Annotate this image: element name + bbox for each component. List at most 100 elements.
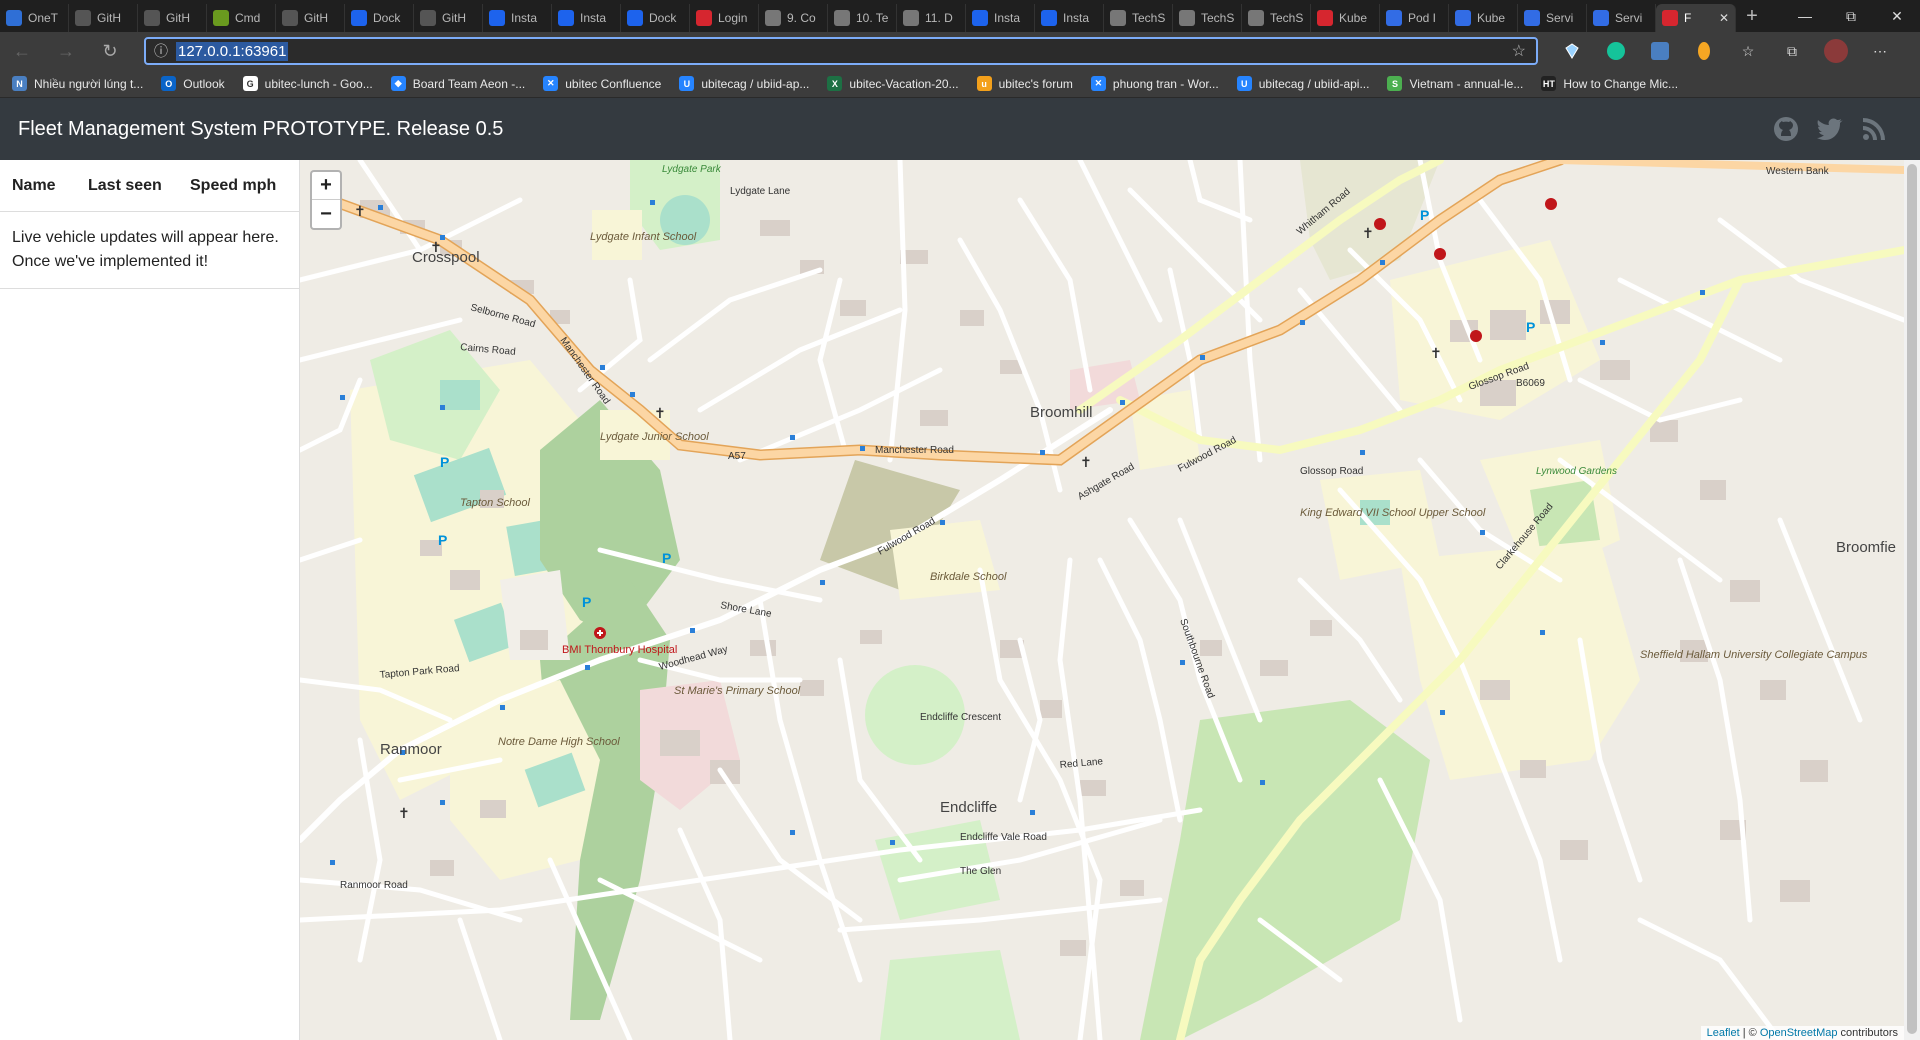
map-view[interactable]: ✝ ✝ ✝ ✝ ✝ ✝ ✝ PPPP PP Crosspool Broomhill Ran…: [300, 160, 1904, 1040]
browser-tab[interactable]: Dock: [621, 4, 690, 32]
fleet-app: Fleet Management System PROTOTYPE. Relea…: [0, 98, 1920, 1040]
avatar[interactable]: [1814, 32, 1858, 70]
bookmark-item[interactable]: Gubitec-lunch - Goo...: [242, 76, 373, 91]
browser-tab[interactable]: Pod I: [1380, 4, 1449, 32]
minimize-icon[interactable]: —: [1782, 0, 1828, 32]
browser-tab[interactable]: TechS: [1104, 4, 1173, 32]
leaflet-link[interactable]: Leaflet: [1707, 1027, 1740, 1039]
back-icon[interactable]: ←: [0, 32, 44, 70]
browser-tab[interactable]: Servi: [1587, 4, 1656, 32]
tab-label: OneT: [28, 11, 59, 25]
browser-tab[interactable]: 10. Te: [828, 4, 897, 32]
tab-label: Servi: [1615, 11, 1643, 25]
active-tab[interactable]: F ✕: [1656, 4, 1736, 32]
bookmark-item[interactable]: HT How to Change Mic...: [1541, 76, 1678, 91]
browser-tab[interactable]: TechS: [1242, 4, 1311, 32]
browser-tab[interactable]: Kube: [1311, 4, 1380, 32]
vehicle-panel: Name Last seen Speed mph Live vehicle up…: [0, 160, 300, 1040]
browser-tab[interactable]: Insta: [483, 4, 552, 32]
bookmark-item[interactable]: Uubitecag / ubiid-api...: [1236, 76, 1369, 91]
bookmark-item[interactable]: u ubitec's forum: [976, 76, 1073, 91]
svg-text:✝: ✝: [398, 806, 410, 822]
svg-text:P: P: [582, 594, 591, 610]
label-tapton-school: Tapton School: [460, 497, 530, 509]
browser-tab[interactable]: GitH: [138, 4, 207, 32]
browser-tab[interactable]: TechS: [1173, 4, 1242, 32]
bookmark-favicon-icon: HT: [1541, 76, 1557, 91]
github-icon[interactable]: [1764, 114, 1808, 144]
grammarly-icon[interactable]: [1594, 32, 1638, 70]
browser-tab[interactable]: Cmd: [207, 4, 276, 32]
close-tab-icon[interactable]: ✕: [1719, 11, 1729, 25]
tab-favicon-icon: [1386, 10, 1402, 26]
column-name[interactable]: Name: [0, 177, 76, 195]
label-the-glen: The Glen: [960, 866, 1001, 877]
browser-tab[interactable]: GitH: [414, 4, 483, 32]
bookmark-item[interactable]: Uubitecag / ubiid-ap...: [679, 76, 809, 91]
rss-icon[interactable]: [1852, 114, 1896, 144]
browser-tab[interactable]: 11. D: [897, 4, 966, 32]
browser-tab[interactable]: 9. Co: [759, 4, 828, 32]
bookmark-star-icon[interactable]: ☆: [1512, 41, 1526, 61]
label-western-bank: Western Bank: [1766, 166, 1830, 177]
zoom-out-button[interactable]: −: [312, 200, 340, 228]
bookmark-item[interactable]: ◆ Board Team Aeon -...: [390, 76, 525, 91]
collections-icon[interactable]: ⧉: [1770, 32, 1814, 70]
favorites-icon[interactable]: ☆: [1726, 32, 1770, 70]
address-bar[interactable]: ⓘ 127.0.0.1:63961 ☆: [144, 37, 1538, 65]
bookmark-item[interactable]: S Vietnam - annual-le...: [1387, 76, 1523, 91]
tab-label: GitH: [442, 11, 466, 25]
forward-icon[interactable]: →: [44, 32, 88, 70]
tab-favicon-icon: [1041, 10, 1057, 26]
tab-label: Kube: [1339, 11, 1368, 25]
translate-icon[interactable]: [1638, 32, 1682, 70]
bookmark-label: ubitec's forum: [998, 76, 1073, 91]
bookmark-item[interactable]: Xubitec-Vacation-20...: [827, 76, 959, 91]
browser-tab[interactable]: GitH: [276, 4, 345, 32]
bookmark-item[interactable]: ✕ phuong tran - Wor...: [1090, 76, 1219, 91]
browser-tab[interactable]: Insta: [966, 4, 1035, 32]
browser-tab[interactable]: Login: [690, 4, 759, 32]
column-speed[interactable]: Speed mph: [178, 177, 298, 195]
tab-label: Cmd: [235, 11, 261, 25]
tab-favicon-icon: [282, 10, 298, 26]
bookmark-item[interactable]: N Nhiều người lúng t...: [12, 76, 143, 91]
tab-favicon-icon: [489, 10, 505, 26]
browser-tab[interactable]: GitH: [69, 4, 138, 32]
close-window-icon[interactable]: ✕: [1874, 0, 1920, 32]
osm-link[interactable]: OpenStreetMap: [1760, 1027, 1838, 1039]
column-last-seen[interactable]: Last seen: [76, 177, 178, 195]
bookmark-item[interactable]: ✕ ubitec Confluence: [543, 76, 661, 91]
extension-diamond-icon[interactable]: [1550, 32, 1594, 70]
bookmark-favicon-icon: N: [12, 76, 27, 91]
restore-icon[interactable]: ⧉: [1828, 0, 1874, 32]
site-info-icon[interactable]: ⓘ: [146, 41, 176, 61]
tab-favicon-icon: [627, 10, 643, 26]
extension-orange-icon[interactable]: [1682, 32, 1726, 70]
url-text[interactable]: 127.0.0.1:63961: [176, 41, 289, 61]
zoom-in-button[interactable]: +: [312, 172, 340, 200]
bookmark-favicon-icon: G: [242, 76, 258, 91]
browser-tab[interactable]: Dock: [345, 4, 414, 32]
browser-tab[interactable]: Insta: [1035, 4, 1104, 32]
page-title: Fleet Management System PROTOTYPE. Relea…: [18, 117, 504, 140]
bookmark-item[interactable]: O Outlook: [161, 76, 225, 91]
tab-label: Pod I: [1408, 11, 1437, 25]
twitter-icon[interactable]: [1808, 114, 1852, 144]
vehicle-list-placeholder: Live vehicle updates will appear here. O…: [0, 212, 299, 289]
tab-favicon-icon: [213, 10, 229, 26]
bookmark-favicon-icon: ✕: [543, 76, 559, 91]
browser-tab[interactable]: Kube: [1449, 4, 1518, 32]
map-tiles[interactable]: ✝✝✝✝ ✝✝✝ PPPP PP Crosspool Broomhill Ran…: [300, 160, 1904, 1040]
browser-tab[interactable]: Servi: [1518, 4, 1587, 32]
browser-tab[interactable]: OneT: [0, 4, 69, 32]
bookmarks-bar: N Nhiều người lúng t... O Outlook Gubitec-lu…: [0, 70, 1920, 98]
reload-icon[interactable]: ↻: [88, 32, 132, 70]
page-scrollbar[interactable]: [1904, 160, 1920, 1040]
tab-label: Dock: [373, 11, 401, 25]
new-tab-button[interactable]: +: [1736, 5, 1768, 28]
svg-text:✝: ✝: [1430, 346, 1442, 362]
scrollbar-thumb[interactable]: [1907, 164, 1917, 1034]
more-menu-icon[interactable]: ⋯: [1858, 32, 1902, 70]
browser-tab[interactable]: Insta: [552, 4, 621, 32]
